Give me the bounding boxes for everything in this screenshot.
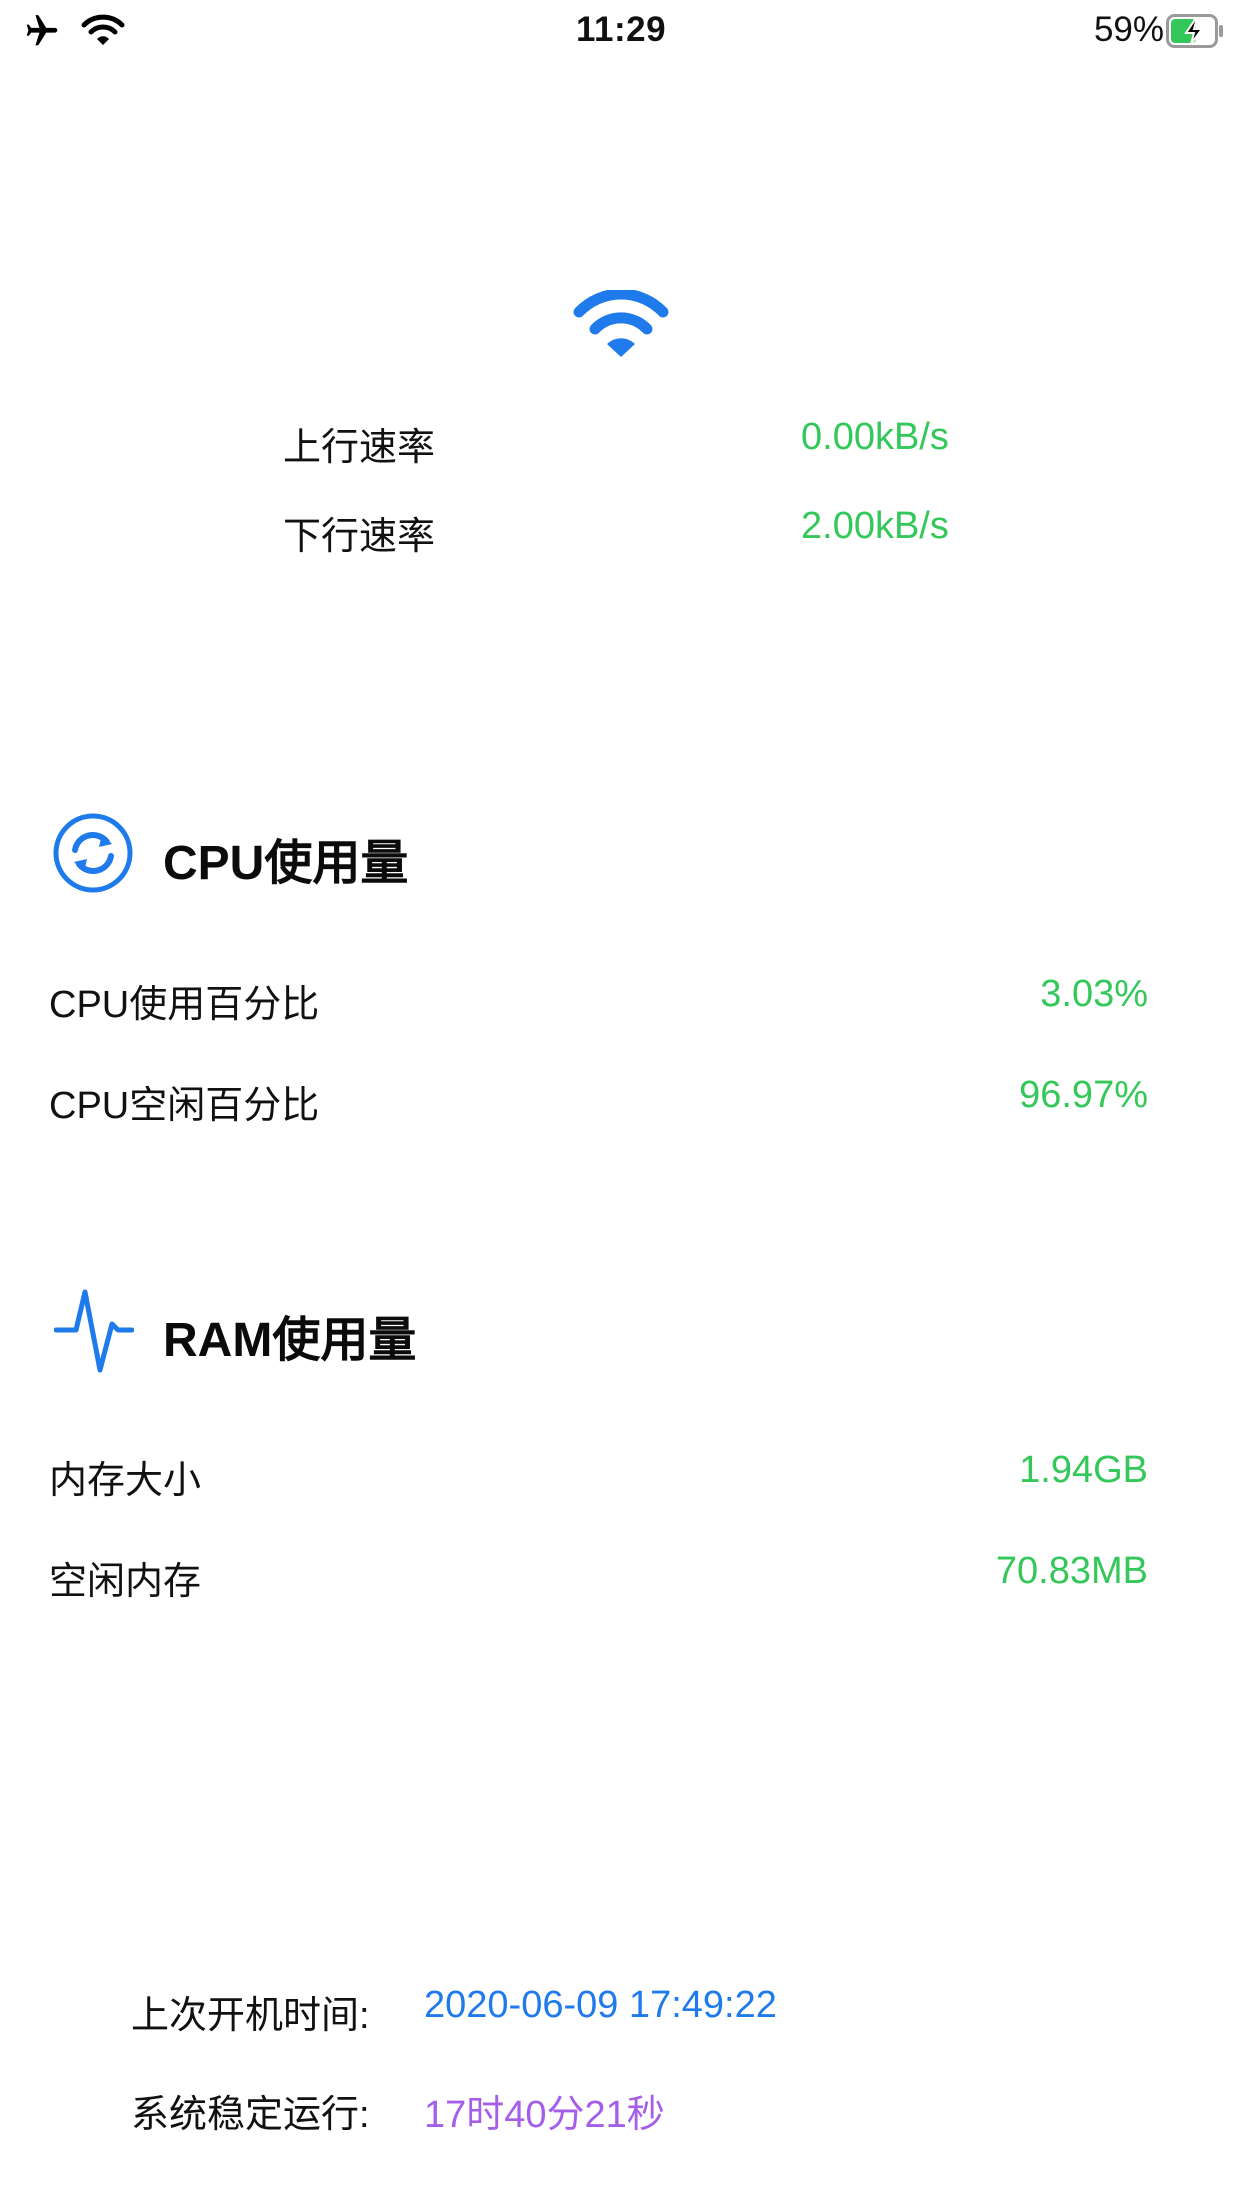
download-rate-value: 2.00kB/s	[801, 505, 949, 547]
free-memory-value: 70.83MB	[995, 1550, 1148, 1592]
memory-size-value: 1.94GB	[1019, 1449, 1148, 1491]
cpu-usage-label: CPU使用百分比	[49, 984, 320, 1026]
upload-rate-label: 上行速率	[283, 427, 436, 469]
cpu-usage-value: 3.03%	[1040, 973, 1148, 1015]
battery-charging-icon	[1166, 14, 1223, 48]
pulse-icon	[54, 1289, 134, 1373]
status-bar: 11:29 59%	[0, 0, 1242, 64]
status-time: 11:29	[575, 10, 667, 49]
refresh-circle-icon	[53, 813, 133, 893]
uptime-label: 系统稳定运行:	[131, 2094, 370, 2136]
uptime-value: 17时40分21秒	[424, 2094, 665, 2136]
cpu-section-title: CPU使用量	[163, 837, 409, 890]
wifi-icon	[573, 290, 669, 357]
battery-percent: 59%	[1093, 10, 1164, 49]
free-memory-label: 空闲内存	[49, 1561, 202, 1603]
cpu-idle-label: CPU空闲百分比	[49, 1085, 320, 1127]
last-boot-value: 2020-06-09 17:49:22	[424, 1984, 777, 2026]
cpu-idle-value: 96.97%	[1019, 1074, 1148, 1116]
download-rate-label: 下行速率	[283, 516, 436, 558]
ram-section-title: RAM使用量	[163, 1314, 417, 1367]
upload-rate-value: 0.00kB/s	[801, 416, 949, 458]
memory-size-label: 内存大小	[49, 1460, 202, 1502]
last-boot-label: 上次开机时间:	[131, 1995, 370, 2037]
